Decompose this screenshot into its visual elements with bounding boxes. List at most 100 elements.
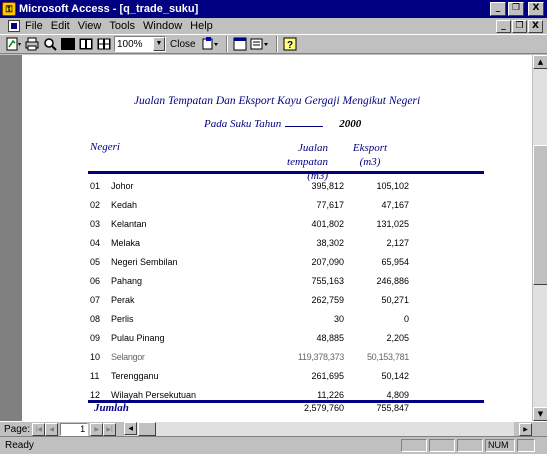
- table-row: 03 Kelantan 401,802 131,025: [88, 215, 484, 234]
- svg-text:?: ?: [287, 40, 293, 51]
- col-header-local-line1: Jualan tempatan: [287, 142, 328, 168]
- row-state: Wilayah Persekutuan: [111, 390, 197, 400]
- document-icon[interactable]: [8, 20, 20, 32]
- row-local-sales: 11,226: [317, 390, 344, 400]
- row-number: 02: [90, 200, 101, 210]
- vertical-scrollbar[interactable]: ▲ ▼: [532, 55, 547, 421]
- subtitle-text: Pada Suku Tahun: [204, 118, 282, 130]
- office-links-icon[interactable]: [202, 36, 220, 52]
- table-row: 10 Selangor 119,378,373 50,153,781: [88, 348, 484, 367]
- row-number: 01: [90, 181, 101, 191]
- row-export: 246,886: [376, 276, 409, 286]
- horizontal-scroll-thumb[interactable]: [138, 422, 157, 436]
- chevron-down-icon[interactable]: ▼: [153, 37, 165, 51]
- row-local-sales: 207,090: [311, 257, 344, 267]
- row-export: 50,153,781: [366, 352, 409, 362]
- page-number-input[interactable]: 1: [60, 422, 89, 436]
- table-row: 01 Johor 395,812 105,102: [88, 177, 484, 196]
- horizontal-scrollbar[interactable]: ◀: [124, 422, 515, 436]
- menu-tools[interactable]: Tools: [109, 20, 135, 32]
- status-pane: [517, 439, 535, 452]
- window-title: Microsoft Access - [q_trade_suku]: [19, 3, 199, 15]
- view-design-icon[interactable]: [6, 36, 22, 52]
- row-export: 50,142: [381, 371, 409, 381]
- row-local-sales: 30: [333, 314, 344, 324]
- row-state: Pahang: [111, 276, 143, 286]
- access-key-icon[interactable]: ⚿: [2, 2, 16, 16]
- col-header-export-line1: Eksport: [352, 142, 388, 154]
- menu-file[interactable]: File: [25, 20, 43, 32]
- zoom-select[interactable]: 100% ▼: [114, 36, 166, 52]
- doc-restore-button[interactable]: ❐: [512, 19, 527, 33]
- total-local: 2,579,760: [303, 403, 344, 413]
- menu-window[interactable]: Window: [143, 20, 182, 32]
- zoom-value: 100%: [117, 38, 143, 50]
- close-preview-button[interactable]: Close: [170, 39, 196, 50]
- row-state: Pulau Pinang: [111, 333, 165, 343]
- row-export: 4,809: [386, 390, 409, 400]
- header-rule: [88, 171, 484, 174]
- multiple-pages-icon[interactable]: [96, 36, 112, 52]
- restore-button[interactable]: ❐: [508, 2, 524, 16]
- menu-view[interactable]: View: [78, 20, 102, 32]
- row-export: 65,954: [381, 257, 409, 267]
- scroll-left-icon[interactable]: ◀: [124, 422, 138, 435]
- table-row: 05 Negeri Sembilan 207,090 65,954: [88, 253, 484, 272]
- report-page[interactable]: Jualan Tempatan Dan Eksport Kayu Gergaji…: [22, 55, 532, 421]
- next-page-icon[interactable]: ▶: [90, 422, 104, 436]
- two-pages-icon[interactable]: [78, 36, 94, 52]
- one-page-icon[interactable]: [60, 36, 76, 52]
- doc-minimize-button[interactable]: _: [496, 19, 511, 33]
- status-pane: [457, 439, 483, 452]
- row-local-sales: 395,812: [311, 181, 344, 191]
- row-state: Negeri Sembilan: [111, 257, 178, 267]
- toolbar-separator: [225, 36, 228, 52]
- row-number: 04: [90, 238, 101, 248]
- status-bar: Ready NUM: [0, 436, 547, 454]
- page-label: Page:: [4, 423, 31, 435]
- title-bar: ⚿ Microsoft Access - [q_trade_suku] _ ❐ …: [0, 0, 547, 18]
- table-row: 02 Kedah 77,617 47,167: [88, 196, 484, 215]
- scroll-down-icon[interactable]: ▼: [533, 407, 547, 421]
- first-page-icon[interactable]: |◀: [32, 422, 46, 436]
- scroll-right-icon[interactable]: ▶: [519, 422, 532, 436]
- scroll-up-icon[interactable]: ▲: [533, 55, 547, 69]
- row-state: Kedah: [111, 200, 138, 210]
- table-row: 09 Pulau Pinang 48,885 2,205: [88, 329, 484, 348]
- row-export: 131,025: [376, 219, 409, 229]
- database-window-icon[interactable]: [232, 36, 248, 52]
- row-local-sales: 48,885: [316, 333, 344, 343]
- row-state: Selangor: [111, 352, 145, 362]
- row-state: Terengganu: [111, 371, 159, 381]
- prev-page-icon[interactable]: ◀: [45, 422, 59, 436]
- doc-close-button[interactable]: X: [528, 19, 543, 33]
- row-state: Perak: [111, 295, 135, 305]
- row-export: 0: [403, 314, 409, 324]
- row-number: 06: [90, 276, 101, 286]
- close-button[interactable]: X: [528, 2, 544, 16]
- row-export: 105,102: [376, 181, 409, 191]
- zoom-magnifier-icon[interactable]: [42, 36, 58, 52]
- row-local-sales: 261,695: [311, 371, 344, 381]
- help-icon[interactable]: ?: [282, 36, 298, 52]
- menu-bar: File Edit View Tools Window Help _ ❐ X: [0, 18, 547, 34]
- menu-help[interactable]: Help: [190, 20, 213, 32]
- new-object-icon[interactable]: [250, 36, 270, 52]
- last-page-icon[interactable]: ▶|: [103, 422, 117, 436]
- row-export: 2,127: [386, 238, 409, 248]
- print-icon[interactable]: [24, 36, 40, 52]
- row-local-sales: 38,302: [316, 238, 344, 248]
- row-state: Melaka: [111, 238, 141, 248]
- row-local-sales: 77,617: [316, 200, 344, 210]
- row-local-sales: 755,163: [311, 276, 344, 286]
- vertical-scroll-thumb[interactable]: [533, 145, 547, 285]
- menu-edit[interactable]: Edit: [51, 20, 70, 32]
- row-number: 10: [90, 352, 101, 362]
- report-year: 2000: [339, 118, 362, 130]
- minimize-button[interactable]: _: [490, 2, 506, 16]
- print-preview-toolbar: 100% ▼ Close ?: [0, 34, 547, 54]
- row-state: Perlis: [111, 314, 134, 324]
- table-row: 08 Perlis 30 0: [88, 310, 484, 329]
- status-pane: [401, 439, 427, 452]
- row-local-sales: 119,378,373: [297, 352, 344, 362]
